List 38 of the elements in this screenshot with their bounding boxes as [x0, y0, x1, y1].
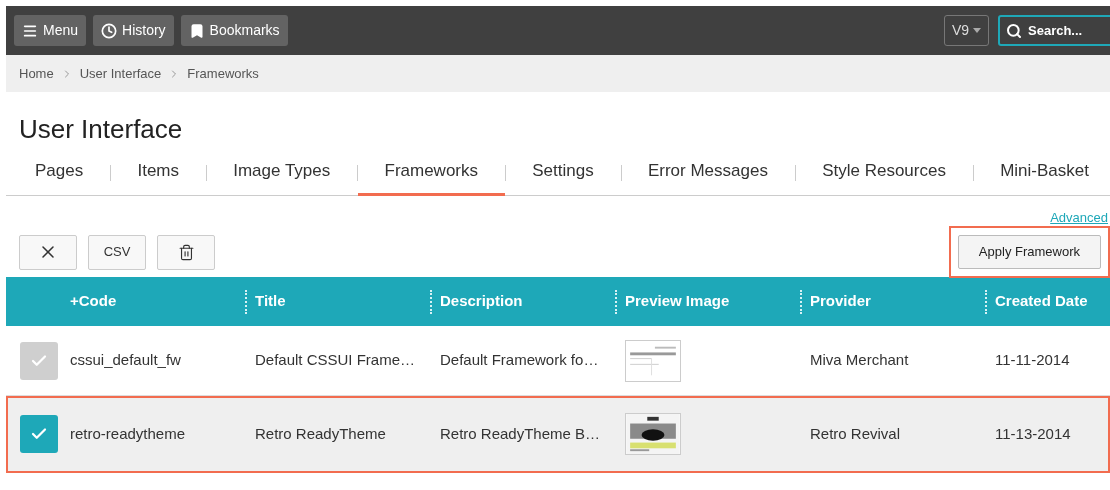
- table-cell-text: Default Framework fo…: [439, 350, 600, 371]
- breadcrumb-link[interactable]: User Interface: [79, 63, 162, 84]
- search-icon: [1006, 23, 1022, 39]
- table-cell-text: Retro ReadyTheme: [254, 423, 387, 444]
- tab[interactable]: Settings: [505, 149, 621, 196]
- delete-button[interactable]: [157, 234, 215, 270]
- csv-button[interactable]: CSV: [88, 234, 146, 270]
- version-dropdown[interactable]: V9: [943, 15, 989, 46]
- table-row[interactable]: retro-readytheme Retro ReadyTheme Retro ReadyTheme B… Retro Revival 11-13-2014: [6, 396, 1110, 473]
- page-title: User Interface: [18, 113, 184, 146]
- table-cell-text: cssui_default_fw: [70, 350, 182, 371]
- row-checkbox[interactable]: [20, 415, 58, 453]
- clock-icon: [101, 22, 118, 39]
- clear-button[interactable]: [19, 234, 77, 270]
- row-checkbox[interactable]: [20, 341, 58, 380]
- tab[interactable]: Style Resources: [795, 149, 973, 196]
- tab[interactable]: Pages: [8, 149, 111, 196]
- tab[interactable]: Frameworks: [357, 149, 505, 196]
- trash-icon: [177, 243, 195, 261]
- table-cell-text: Retro ReadyTheme B…: [439, 423, 602, 444]
- tab[interactable]: Items: [110, 149, 206, 196]
- table-cell-text: Default CSSUI Frame…: [254, 350, 417, 371]
- breadcrumb-link[interactable]: Home: [19, 63, 54, 84]
- tab[interactable]: Error Messages: [620, 149, 795, 196]
- search-field[interactable]: Search...: [998, 15, 1110, 46]
- table-cell-text: Retro Revival: [809, 423, 902, 444]
- caret-icon: [973, 28, 981, 33]
- table-cell-text: retro-readytheme: [70, 423, 187, 444]
- table-cell-text: 11-13-2014: [994, 423, 1072, 444]
- breadcrumb-link[interactable]: Frameworks: [187, 63, 259, 84]
- nav-button[interactable]: Menu: [14, 15, 87, 46]
- tab[interactable]: Mini-Basket: [973, 149, 1110, 196]
- table-cell-text: 11-11-2014: [994, 350, 1071, 371]
- table-cell-text: Miva Merchant: [809, 350, 910, 371]
- nav-button[interactable]: History: [93, 15, 174, 46]
- tab[interactable]: Image Types: [206, 149, 358, 196]
- nav-button[interactable]: Bookmarks: [180, 15, 288, 46]
- apply-framework-button[interactable]: Apply Framework: [957, 235, 1101, 269]
